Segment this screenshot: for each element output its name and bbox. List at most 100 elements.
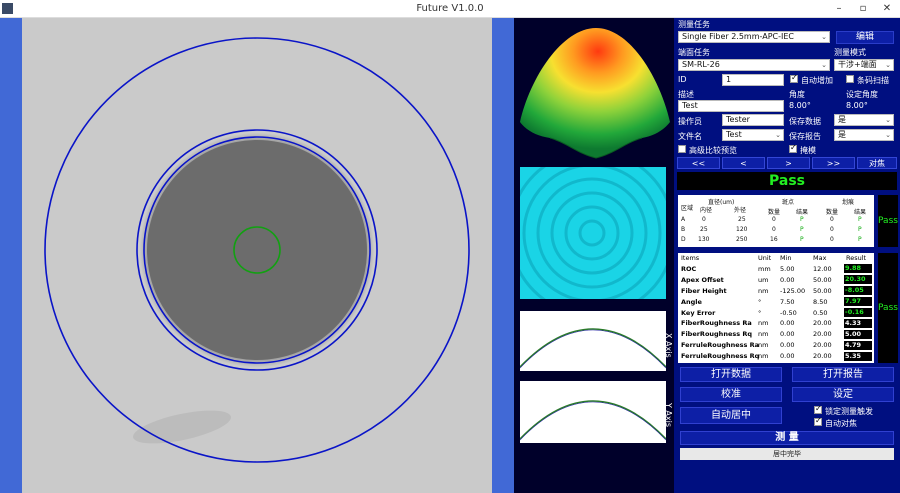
barcode-scan-label: 条码扫描 [857, 76, 889, 85]
measurement-max: 20.00 [813, 341, 832, 350]
measurement-min: 7.50 [780, 297, 795, 306]
measurement-max: 50.00 [813, 275, 832, 284]
x-axis-profile-plot [519, 311, 667, 371]
id-input[interactable]: 1 [722, 74, 784, 86]
calibrate-button[interactable]: 校准 [680, 387, 782, 402]
auto-center-button[interactable]: 自动居中 [680, 407, 782, 424]
measurement-max: 8.50 [813, 297, 828, 306]
measurement-row: FiberRoughness Ra nm 0.00 20.00 4.33 [678, 318, 874, 329]
items-header: Items [681, 254, 700, 262]
measurement-item: Angle [681, 297, 702, 306]
measurement-result: 5.00 [844, 329, 872, 339]
measurement-result-badge: Pass [878, 253, 898, 363]
settings-button[interactable]: 设定 [792, 387, 894, 402]
zone-row-d-zone: D [681, 236, 686, 243]
status-bar: 居中完毕 [680, 448, 894, 460]
measurement-row: Apex Offset um 0.00 50.00 20.30 [678, 275, 874, 286]
minimize-button[interactable]: – [828, 1, 850, 17]
measurement-row: Angle ° 7.50 8.50 7.97 [678, 297, 874, 308]
mask-checkbox[interactable] [789, 143, 797, 153]
angle-value: 8.00° [789, 101, 811, 110]
hires-preview-checkbox[interactable] [678, 145, 686, 153]
scratches-header: 划痕 [842, 199, 855, 206]
control-panel: 测量任务 Single Fiber 2.5mm-APC-IEC ⌄ 编辑 端面任… [674, 18, 900, 493]
barcode-scan-checkbox[interactable] [846, 75, 854, 83]
max-header: Max [813, 254, 827, 262]
measurement-unit: ° [758, 308, 762, 317]
zone-row-d-spot-result: P [800, 236, 804, 243]
outer-header: 外径 [734, 207, 747, 214]
zone-row-b-outer: 120 [736, 226, 748, 233]
overall-result-badge: Pass [677, 172, 897, 190]
save-report-select[interactable]: 是 ⌄ [834, 129, 894, 141]
save-report-label: 保存报告 [789, 132, 821, 141]
description-label: 描述 [678, 90, 694, 99]
measurement-result: -0.16 [844, 308, 872, 317]
measurement-min: 0.00 [780, 341, 795, 350]
operator-label: 操作员 [678, 117, 702, 126]
prev-button[interactable]: < [722, 157, 765, 169]
edit-button[interactable]: 编辑 [836, 31, 894, 44]
close-button[interactable]: ✕ [876, 1, 898, 17]
measurement-row: FiberRoughness Rq nm 0.00 20.00 5.00 [678, 329, 874, 340]
chevron-down-icon: ⌄ [885, 131, 891, 139]
title-bar: Future V1.0.0 – ▫ ✕ [0, 0, 900, 18]
first-button[interactable]: << [677, 157, 720, 169]
measurement-item: FiberRoughness Ra [681, 319, 752, 328]
endface-task-value: SM-RL-26 [682, 60, 720, 69]
mask-label: 掩模 [800, 146, 816, 155]
y-axis-label: Y Axis [664, 403, 673, 428]
maximize-button[interactable]: ▫ [852, 1, 874, 17]
measure-mode-select[interactable]: 干涉+端面 ⌄ [834, 59, 894, 71]
zone-row-b-spot-result: P [800, 226, 804, 233]
set-angle-value: 8.00° [846, 101, 868, 110]
scratches-result-header: 结果 [854, 209, 867, 216]
measure-button[interactable]: 测 量 [680, 431, 894, 445]
application-window: Future V1.0.0 – ▫ ✕ X Axis Y Axis 测量任务 S… [0, 0, 900, 493]
unit-header: Unit [758, 254, 772, 262]
operator-input[interactable]: Tester [722, 114, 784, 126]
measurement-item: ROC [681, 264, 697, 273]
measurement-max: 0.50 [813, 308, 828, 317]
measure-task-value: Single Fiber 2.5mm-APC-IEC [682, 32, 794, 41]
open-data-button[interactable]: 打开数据 [680, 367, 782, 382]
measurement-min: 0.00 [780, 352, 795, 361]
measurement-unit: nm [758, 330, 769, 339]
zone-row-b-zone: B [681, 226, 686, 233]
last-button[interactable]: >> [812, 157, 855, 169]
zone-row-d-scratches: 0 [830, 236, 834, 243]
measurement-result: 7.97 [844, 297, 872, 307]
zone-row-d-spots: 16 [770, 236, 778, 243]
focus-button[interactable]: 对焦 [857, 157, 897, 169]
measurement-item: Apex Offset [681, 275, 724, 284]
description-input[interactable]: Test [678, 100, 784, 112]
measurement-unit: mm [758, 264, 771, 273]
measure-task-select[interactable]: Single Fiber 2.5mm-APC-IEC ⌄ [678, 31, 830, 43]
window-title: Future V1.0.0 [416, 3, 484, 14]
measurement-row: Key Error ° -0.50 0.50 -0.16 [678, 308, 874, 319]
zone-row-a-zone: A [681, 216, 686, 223]
lock-trigger-checkbox[interactable] [814, 404, 822, 414]
auto-increment-checkbox[interactable] [790, 73, 798, 83]
save-data-select[interactable]: 是 ⌄ [834, 114, 894, 126]
measurement-row: ROC mm 5.00 12.00 9.88 [678, 264, 874, 275]
endface-task-label: 端面任务 [678, 48, 710, 57]
next-button[interactable]: > [767, 157, 810, 169]
chevron-down-icon: ⌄ [775, 131, 781, 139]
measurement-min: -125.00 [780, 286, 806, 295]
set-angle-label: 设定角度 [846, 90, 878, 99]
endface-image-viewer[interactable] [22, 18, 492, 493]
hires-preview-label: 高级比较预览 [689, 146, 737, 155]
measurement-result: 4.33 [844, 318, 872, 328]
zone-row-a-scratches: 0 [830, 216, 834, 223]
spots-count-header: 数量 [768, 209, 781, 216]
filename-select[interactable]: Test ⌄ [722, 129, 784, 141]
zone-row-d-inner: 130 [698, 236, 710, 243]
endface-task-select[interactable]: SM-RL-26 ⌄ [678, 59, 830, 71]
auto-focus-checkbox[interactable] [814, 416, 822, 426]
save-data-value: 是 [838, 115, 846, 124]
measurement-max: 20.00 [813, 330, 832, 339]
measurement-max: 50.00 [813, 286, 832, 295]
save-data-label: 保存数据 [789, 117, 821, 126]
open-report-button[interactable]: 打开报告 [792, 367, 894, 382]
